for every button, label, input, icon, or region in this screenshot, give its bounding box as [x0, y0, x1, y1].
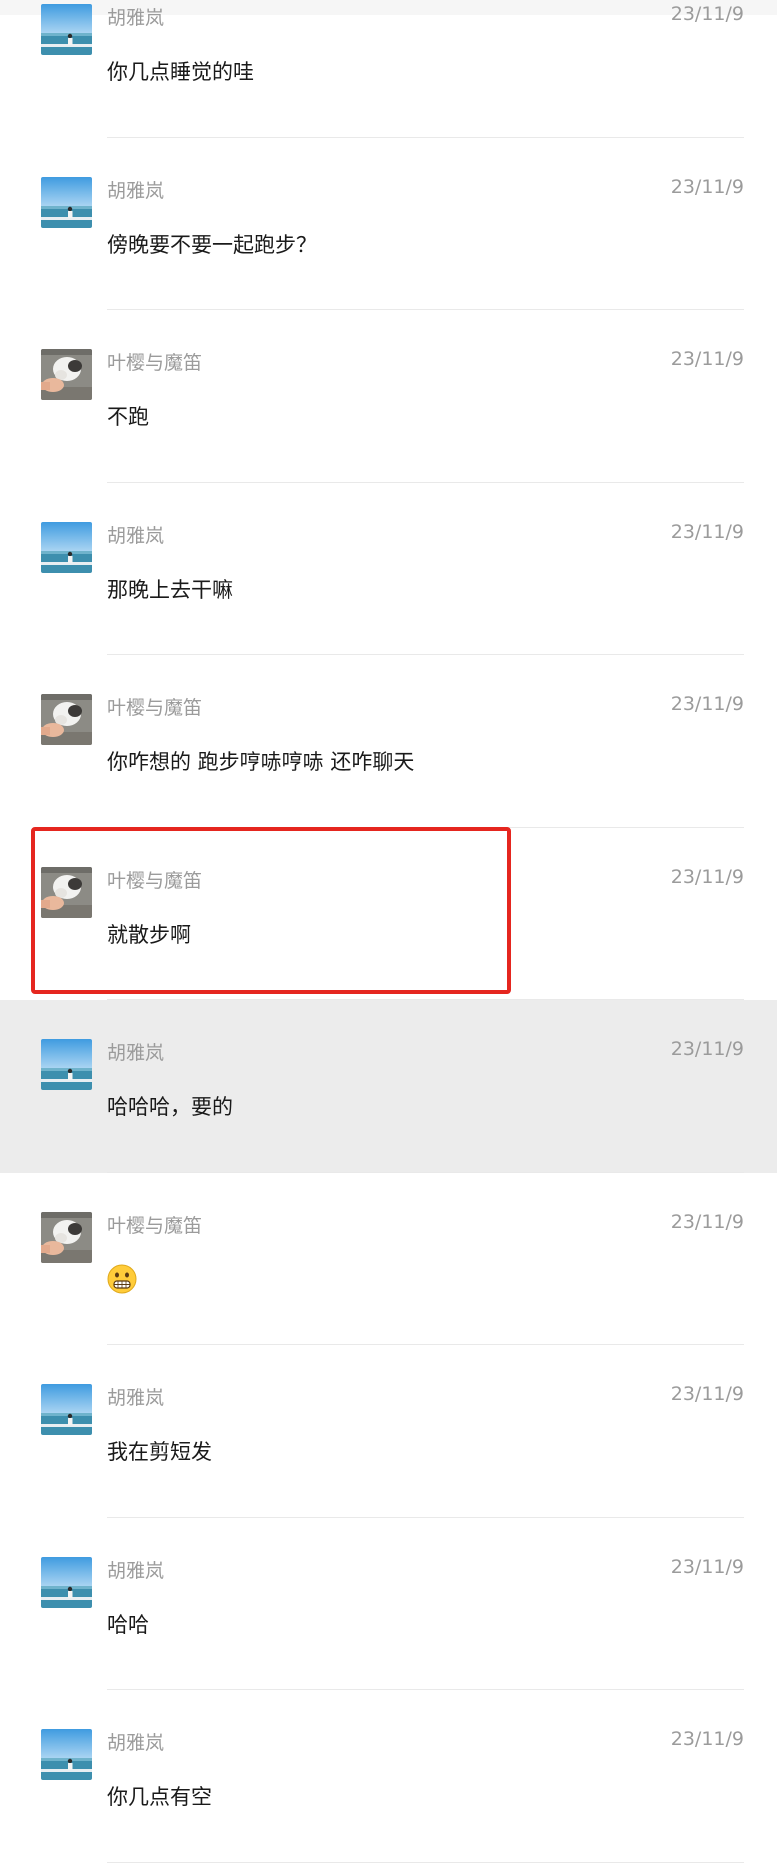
- message-item[interactable]: 胡雅岚 23/11/9 那晚上去干嘛: [0, 483, 777, 655]
- message-date: 23/11/9: [670, 348, 744, 370]
- message-text: 我在剪短发: [107, 1440, 212, 1464]
- message-item[interactable]: 叶樱与魔笛 23/11/9: [0, 1173, 777, 1345]
- avatar[interactable]: [41, 694, 92, 745]
- sender-name: 叶樱与魔笛: [107, 697, 203, 719]
- message-date: 23/11/9: [670, 1038, 744, 1060]
- message-text: 哈哈哈，要的: [107, 1095, 233, 1119]
- message-text: 那晚上去干嘛: [107, 577, 233, 602]
- sender-name: 叶樱与魔笛: [107, 869, 203, 892]
- message-text: 你咋想的 跑步哼哧哼哧 还咋聊天: [107, 750, 415, 774]
- sender-name: 胡雅岚: [107, 1559, 165, 1582]
- avatar[interactable]: [41, 1556, 92, 1608]
- message-date: 23/11/9: [670, 693, 744, 715]
- message-date: 23/11/9: [670, 1555, 744, 1578]
- message-text: 傍晚要不要一起跑步？: [107, 232, 317, 257]
- message-list: 胡雅岚 23/11/9 你几点睡觉的哇 胡雅岚 23/11/9 傍晚要不要一起跑步？ 叶樱与…: [0, 0, 777, 1863]
- message-item[interactable]: 胡雅岚 23/11/9 你几点有空: [0, 1690, 777, 1863]
- sender-name: 胡雅岚: [107, 179, 165, 202]
- avatar[interactable]: [41, 4, 92, 55]
- grinning-face-emoji-icon: [107, 1264, 137, 1293]
- message-text: 不跑: [107, 405, 149, 429]
- avatar[interactable]: [41, 866, 92, 918]
- message-date: 23/11/9: [670, 175, 744, 198]
- avatar[interactable]: [41, 1211, 92, 1263]
- avatar[interactable]: [41, 1039, 92, 1090]
- message-item[interactable]: 叶樱与魔笛 23/11/9 就散步啊: [0, 828, 777, 1000]
- message-item[interactable]: 胡雅岚 23/11/9 我在剪短发: [0, 1345, 777, 1518]
- message-date: 23/11/9: [670, 1728, 744, 1750]
- avatar[interactable]: [41, 1384, 92, 1435]
- sender-name: 叶樱与魔笛: [107, 1214, 203, 1237]
- sender-name: 胡雅岚: [107, 1732, 165, 1754]
- message-text: 就散步啊: [107, 922, 191, 947]
- message-item[interactable]: 胡雅岚 23/11/9 傍晚要不要一起跑步？: [0, 138, 777, 310]
- divider: [107, 1861, 744, 1863]
- message-date: 23/11/9: [670, 1210, 744, 1233]
- sender-name: 胡雅岚: [107, 524, 165, 547]
- message-item[interactable]: 胡雅岚 23/11/9 哈哈: [0, 1518, 777, 1690]
- avatar[interactable]: [41, 521, 92, 573]
- message-date: 23/11/9: [670, 3, 744, 25]
- avatar[interactable]: [41, 176, 92, 228]
- message-date: 23/11/9: [670, 520, 744, 543]
- message-item[interactable]: 叶樱与魔笛 23/11/9 你咋想的 跑步哼哧哼哧 还咋聊天: [0, 655, 777, 828]
- sender-name: 胡雅岚: [107, 1387, 165, 1409]
- message-item[interactable]: 胡雅岚 23/11/9 哈哈哈，要的: [0, 1000, 777, 1173]
- message-item[interactable]: 叶樱与魔笛 23/11/9 不跑: [0, 310, 777, 483]
- sender-name: 胡雅岚: [107, 7, 165, 29]
- sender-name: 叶樱与魔笛: [107, 352, 203, 374]
- avatar[interactable]: [41, 349, 92, 400]
- message-text: [107, 1264, 137, 1294]
- sender-name: 胡雅岚: [107, 1042, 165, 1064]
- message-text: 你几点有空: [107, 1785, 212, 1809]
- message-text: 哈哈: [107, 1612, 149, 1637]
- message-text: 你几点睡觉的哇: [107, 60, 254, 84]
- avatar[interactable]: [41, 1729, 92, 1780]
- message-date: 23/11/9: [670, 1383, 744, 1405]
- message-item[interactable]: 胡雅岚 23/11/9 你几点睡觉的哇: [0, 0, 777, 138]
- message-date: 23/11/9: [670, 865, 744, 888]
